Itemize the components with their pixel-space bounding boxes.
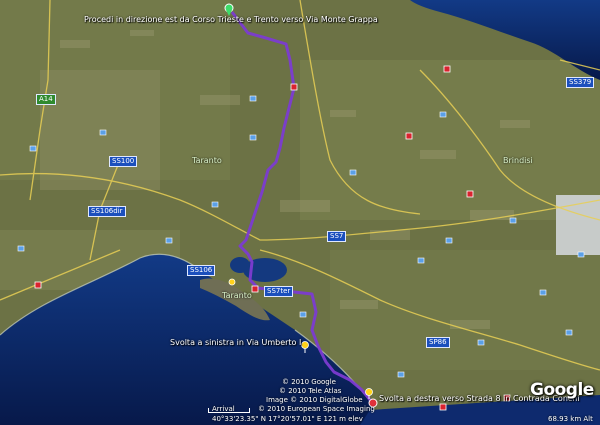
scale-bar	[208, 408, 250, 413]
road-shield-ss100: SS100	[109, 156, 138, 167]
direction-start-label[interactable]: Procedi in direzione est da Corso Triest…	[84, 15, 378, 25]
copyright-google: © 2010 Google	[282, 378, 336, 386]
status-eye-altitude: 68.93 km Alt	[548, 415, 593, 423]
road-shield-a14: A14	[36, 94, 56, 105]
copyright-european-space-imaging: © 2010 European Space Imaging	[258, 405, 375, 413]
road-shield-ss379: SS379	[566, 77, 595, 88]
road-shield-ss7: SS7	[327, 231, 347, 242]
road-shield-ss7ter: SS7ter	[264, 286, 294, 297]
copyright-digitalglobe: Image © 2010 DigitalGlobe	[266, 396, 363, 404]
place-label-taranto-region: Taranto	[192, 156, 222, 165]
status-coordinates: 40°33'23.35" N 17°20'57.01" E 121 m elev	[212, 415, 363, 423]
google-logo: Google	[530, 380, 594, 400]
direction-turn-left-label[interactable]: Svolta a sinistra in Via Umberto I	[170, 338, 301, 348]
road-shield-sp86: SP86	[426, 337, 450, 348]
copyright-tele-atlas: © 2010 Tele Atlas	[279, 387, 342, 395]
map-view[interactable]: Procedi in direzione est da Corso Triest…	[0, 0, 600, 425]
place-label-brindisi: Brindisi	[503, 156, 533, 165]
road-shield-ss106: SS106	[187, 265, 216, 276]
road-shield-ss106dir: SS106dir	[88, 206, 126, 217]
place-label-taranto-city: Taranto	[222, 291, 252, 300]
